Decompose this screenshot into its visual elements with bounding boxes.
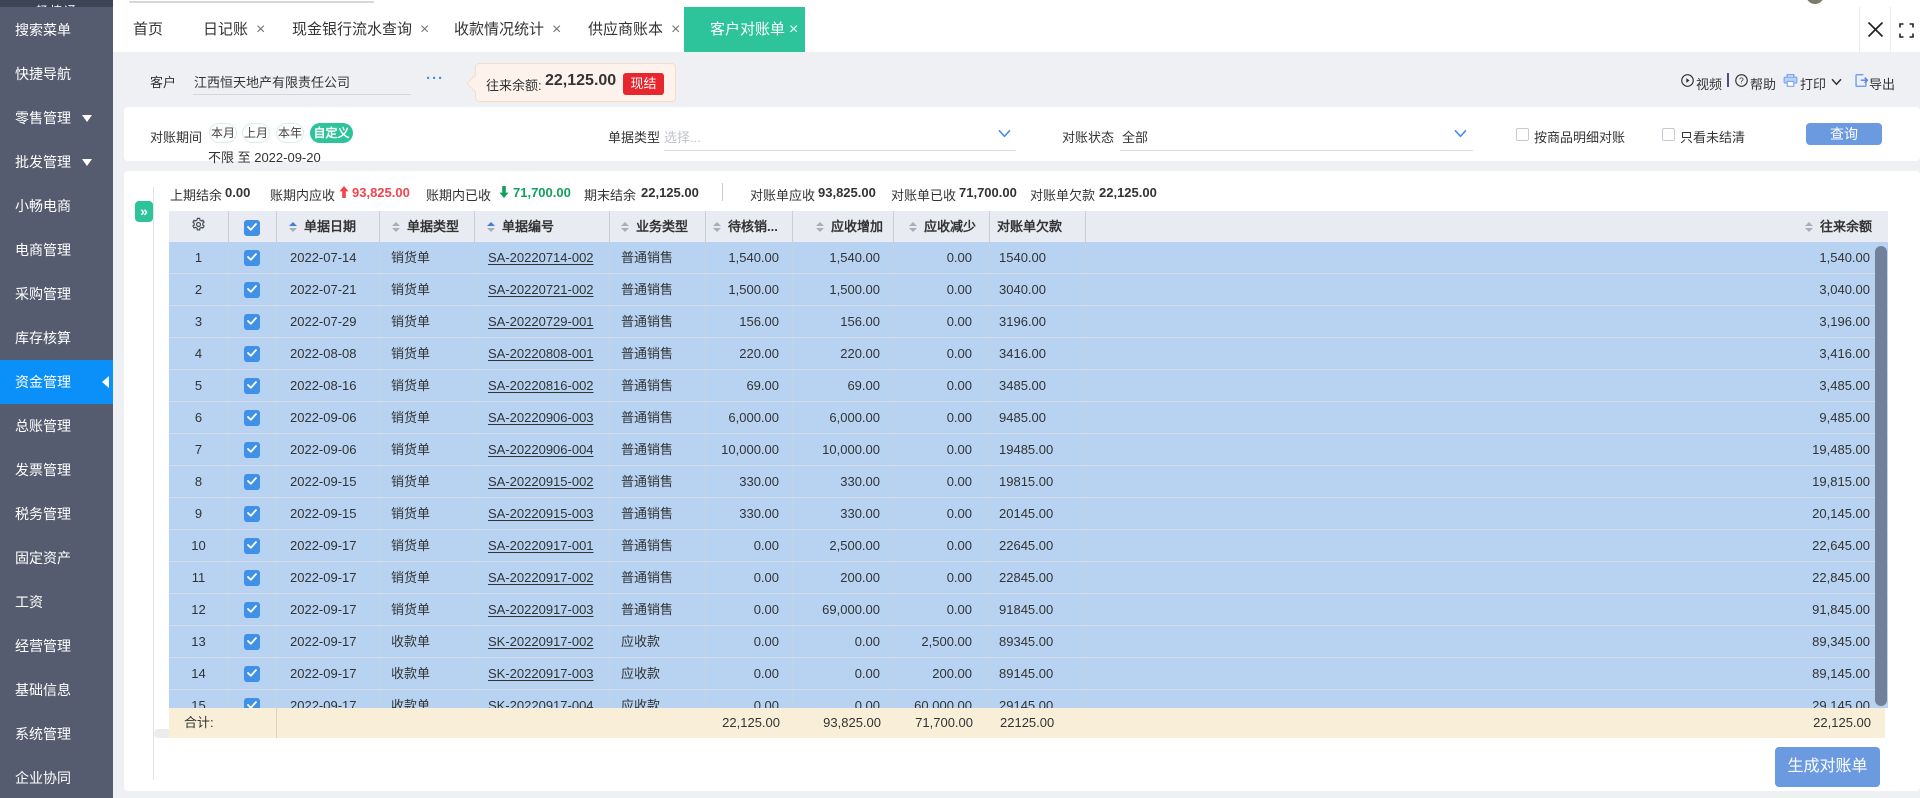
svg-text:?: ?: [1739, 75, 1744, 85]
